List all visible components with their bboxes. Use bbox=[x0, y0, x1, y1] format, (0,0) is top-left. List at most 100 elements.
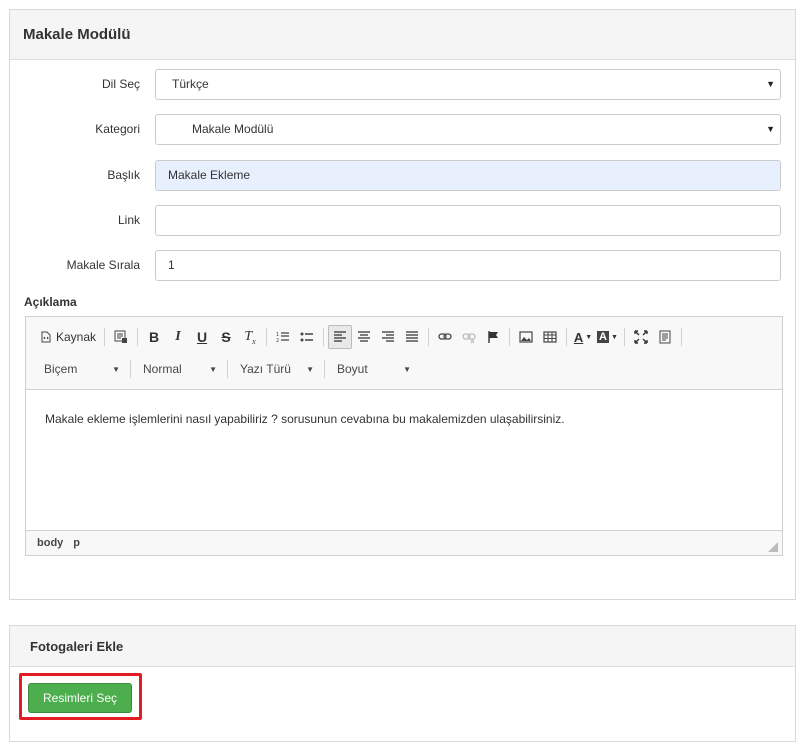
templates-icon bbox=[114, 330, 128, 343]
align-left-button[interactable] bbox=[328, 325, 353, 349]
unlink-button[interactable] bbox=[457, 325, 481, 349]
toolbar-separator bbox=[623, 328, 625, 346]
size-combo-label: Boyut bbox=[337, 362, 368, 376]
text-color-button[interactable]: A ▼ bbox=[571, 325, 595, 349]
style-combo-label: Normal bbox=[143, 362, 182, 376]
select-images-button[interactable]: Resimleri Seç bbox=[28, 683, 132, 713]
format-combo-label: Biçem bbox=[44, 362, 78, 376]
toolbar-separator bbox=[104, 328, 106, 346]
panel-header: Makale Modülü bbox=[10, 10, 795, 60]
category-label: Kategori bbox=[95, 122, 140, 136]
path-crumb-body[interactable]: body bbox=[37, 537, 63, 549]
editor-content-area[interactable]: Makale ekleme işlemlerini nasıl yapabili… bbox=[26, 390, 782, 530]
resize-handle-icon[interactable] bbox=[768, 542, 778, 552]
link-input[interactable] bbox=[155, 205, 781, 236]
table-button[interactable] bbox=[538, 325, 562, 349]
link-button[interactable] bbox=[433, 325, 457, 349]
format-combo[interactable]: Biçem ▼ bbox=[36, 357, 126, 381]
anchor-button[interactable] bbox=[481, 325, 505, 349]
toolbar-separator bbox=[137, 328, 139, 346]
strikethrough-button[interactable]: S bbox=[214, 325, 238, 349]
editor-toolbar: Kaynak B I U S Tx 1 2 A ▼ A ▼ Biçem ▼ No… bbox=[26, 317, 782, 390]
order-label: Makale Sırala bbox=[66, 258, 140, 272]
toolbar-separator bbox=[130, 360, 131, 378]
path-crumb-p[interactable]: p bbox=[73, 537, 80, 549]
align-left-icon bbox=[334, 331, 347, 342]
description-label: Açıklama bbox=[24, 295, 77, 309]
language-select[interactable]: Türkçe ▼ bbox=[155, 69, 781, 100]
toolbar-separator bbox=[509, 328, 511, 346]
category-row: Kategori Makale Modülü ▼ bbox=[10, 114, 795, 145]
table-icon bbox=[543, 331, 557, 343]
bold-icon: B bbox=[148, 329, 160, 345]
justify-button[interactable] bbox=[400, 325, 424, 349]
bold-button[interactable]: B bbox=[142, 325, 166, 349]
article-module-panel: Makale Modülü Dil Seç Türkçe ▼ Kategori … bbox=[9, 9, 796, 600]
chevron-down-icon: ▼ bbox=[112, 364, 120, 374]
caret-down-icon: ▼ bbox=[766, 124, 775, 134]
toolbar-row-2: Biçem ▼ Normal ▼ Yazı Türü ▼ Boyut ▼ bbox=[36, 357, 417, 381]
source-button[interactable]: Kaynak bbox=[36, 325, 100, 349]
chevron-down-icon: ▼ bbox=[610, 333, 618, 341]
size-combo[interactable]: Boyut ▼ bbox=[329, 357, 417, 381]
align-right-icon bbox=[382, 331, 395, 342]
chevron-down-icon: ▼ bbox=[209, 364, 217, 374]
toolbar-separator bbox=[323, 328, 325, 346]
underline-button[interactable]: U bbox=[190, 325, 214, 349]
order-value: 1 bbox=[168, 258, 175, 272]
remove-format-button[interactable]: Tx bbox=[238, 325, 262, 349]
chevron-down-icon: ▼ bbox=[585, 333, 593, 341]
link-row: Link bbox=[10, 205, 795, 236]
style-combo[interactable]: Normal ▼ bbox=[135, 357, 223, 381]
toolbar-separator bbox=[266, 328, 268, 346]
source-label: Kaynak bbox=[56, 330, 97, 344]
source-icon bbox=[41, 331, 51, 343]
flag-icon bbox=[488, 331, 499, 343]
justify-icon bbox=[406, 331, 419, 342]
language-value: Türkçe bbox=[172, 77, 209, 91]
italic-button[interactable]: I bbox=[166, 325, 190, 349]
image-button[interactable] bbox=[514, 325, 538, 349]
bulleted-list-icon bbox=[300, 332, 314, 342]
language-row: Dil Seç Türkçe ▼ bbox=[10, 69, 795, 100]
link-icon bbox=[438, 333, 452, 340]
align-center-button[interactable] bbox=[352, 325, 376, 349]
editor-statusbar: body p bbox=[26, 530, 782, 555]
title-label: Başlık bbox=[107, 168, 140, 182]
toolbar-row-1: Kaynak B I U S Tx 1 2 A ▼ A ▼ bbox=[36, 325, 686, 349]
chevron-down-icon: ▼ bbox=[403, 364, 411, 374]
background-color-button[interactable]: A ▼ bbox=[595, 325, 620, 349]
title-row: Başlık Makale Ekleme bbox=[10, 160, 795, 191]
unlink-icon bbox=[462, 333, 476, 344]
category-select[interactable]: Makale Modülü ▼ bbox=[155, 114, 781, 145]
bulleted-list-button[interactable] bbox=[295, 325, 319, 349]
show-blocks-button[interactable] bbox=[653, 325, 677, 349]
panel-header: Fotogaleri Ekle bbox=[10, 626, 795, 667]
order-input[interactable]: 1 bbox=[155, 250, 781, 281]
title-value: Makale Ekleme bbox=[168, 168, 251, 182]
numbered-list-button[interactable]: 1 2 bbox=[271, 325, 295, 349]
align-right-button[interactable] bbox=[376, 325, 400, 349]
rich-text-editor: Kaynak B I U S Tx 1 2 A ▼ A ▼ Biçem ▼ No… bbox=[25, 316, 783, 556]
language-label: Dil Seç bbox=[101, 77, 140, 91]
title-input[interactable]: Makale Ekleme bbox=[155, 160, 781, 191]
photo-gallery-panel: Fotogaleri Ekle Resimleri Seç bbox=[9, 625, 796, 742]
strikethrough-icon: S bbox=[221, 329, 231, 345]
svg-text:2: 2 bbox=[276, 338, 279, 344]
panel-title: Makale Modülü bbox=[23, 26, 131, 43]
numbered-list-icon: 1 2 bbox=[276, 332, 290, 344]
maximize-icon bbox=[634, 330, 648, 344]
templates-button[interactable] bbox=[109, 325, 133, 349]
link-label: Link bbox=[117, 213, 140, 227]
editor-content-text: Makale ekleme işlemlerini nasıl yapabili… bbox=[45, 412, 565, 426]
underline-icon: U bbox=[196, 329, 208, 345]
font-combo[interactable]: Yazı Türü ▼ bbox=[232, 357, 320, 381]
text-color-icon: A bbox=[573, 329, 584, 345]
background-color-icon: A bbox=[597, 331, 609, 343]
toolbar-separator bbox=[324, 360, 325, 378]
maximize-button[interactable] bbox=[629, 325, 653, 349]
italic-icon: I bbox=[175, 329, 181, 344]
toolbar-separator bbox=[428, 328, 430, 346]
font-combo-label: Yazı Türü bbox=[240, 362, 291, 376]
image-icon bbox=[519, 331, 533, 343]
